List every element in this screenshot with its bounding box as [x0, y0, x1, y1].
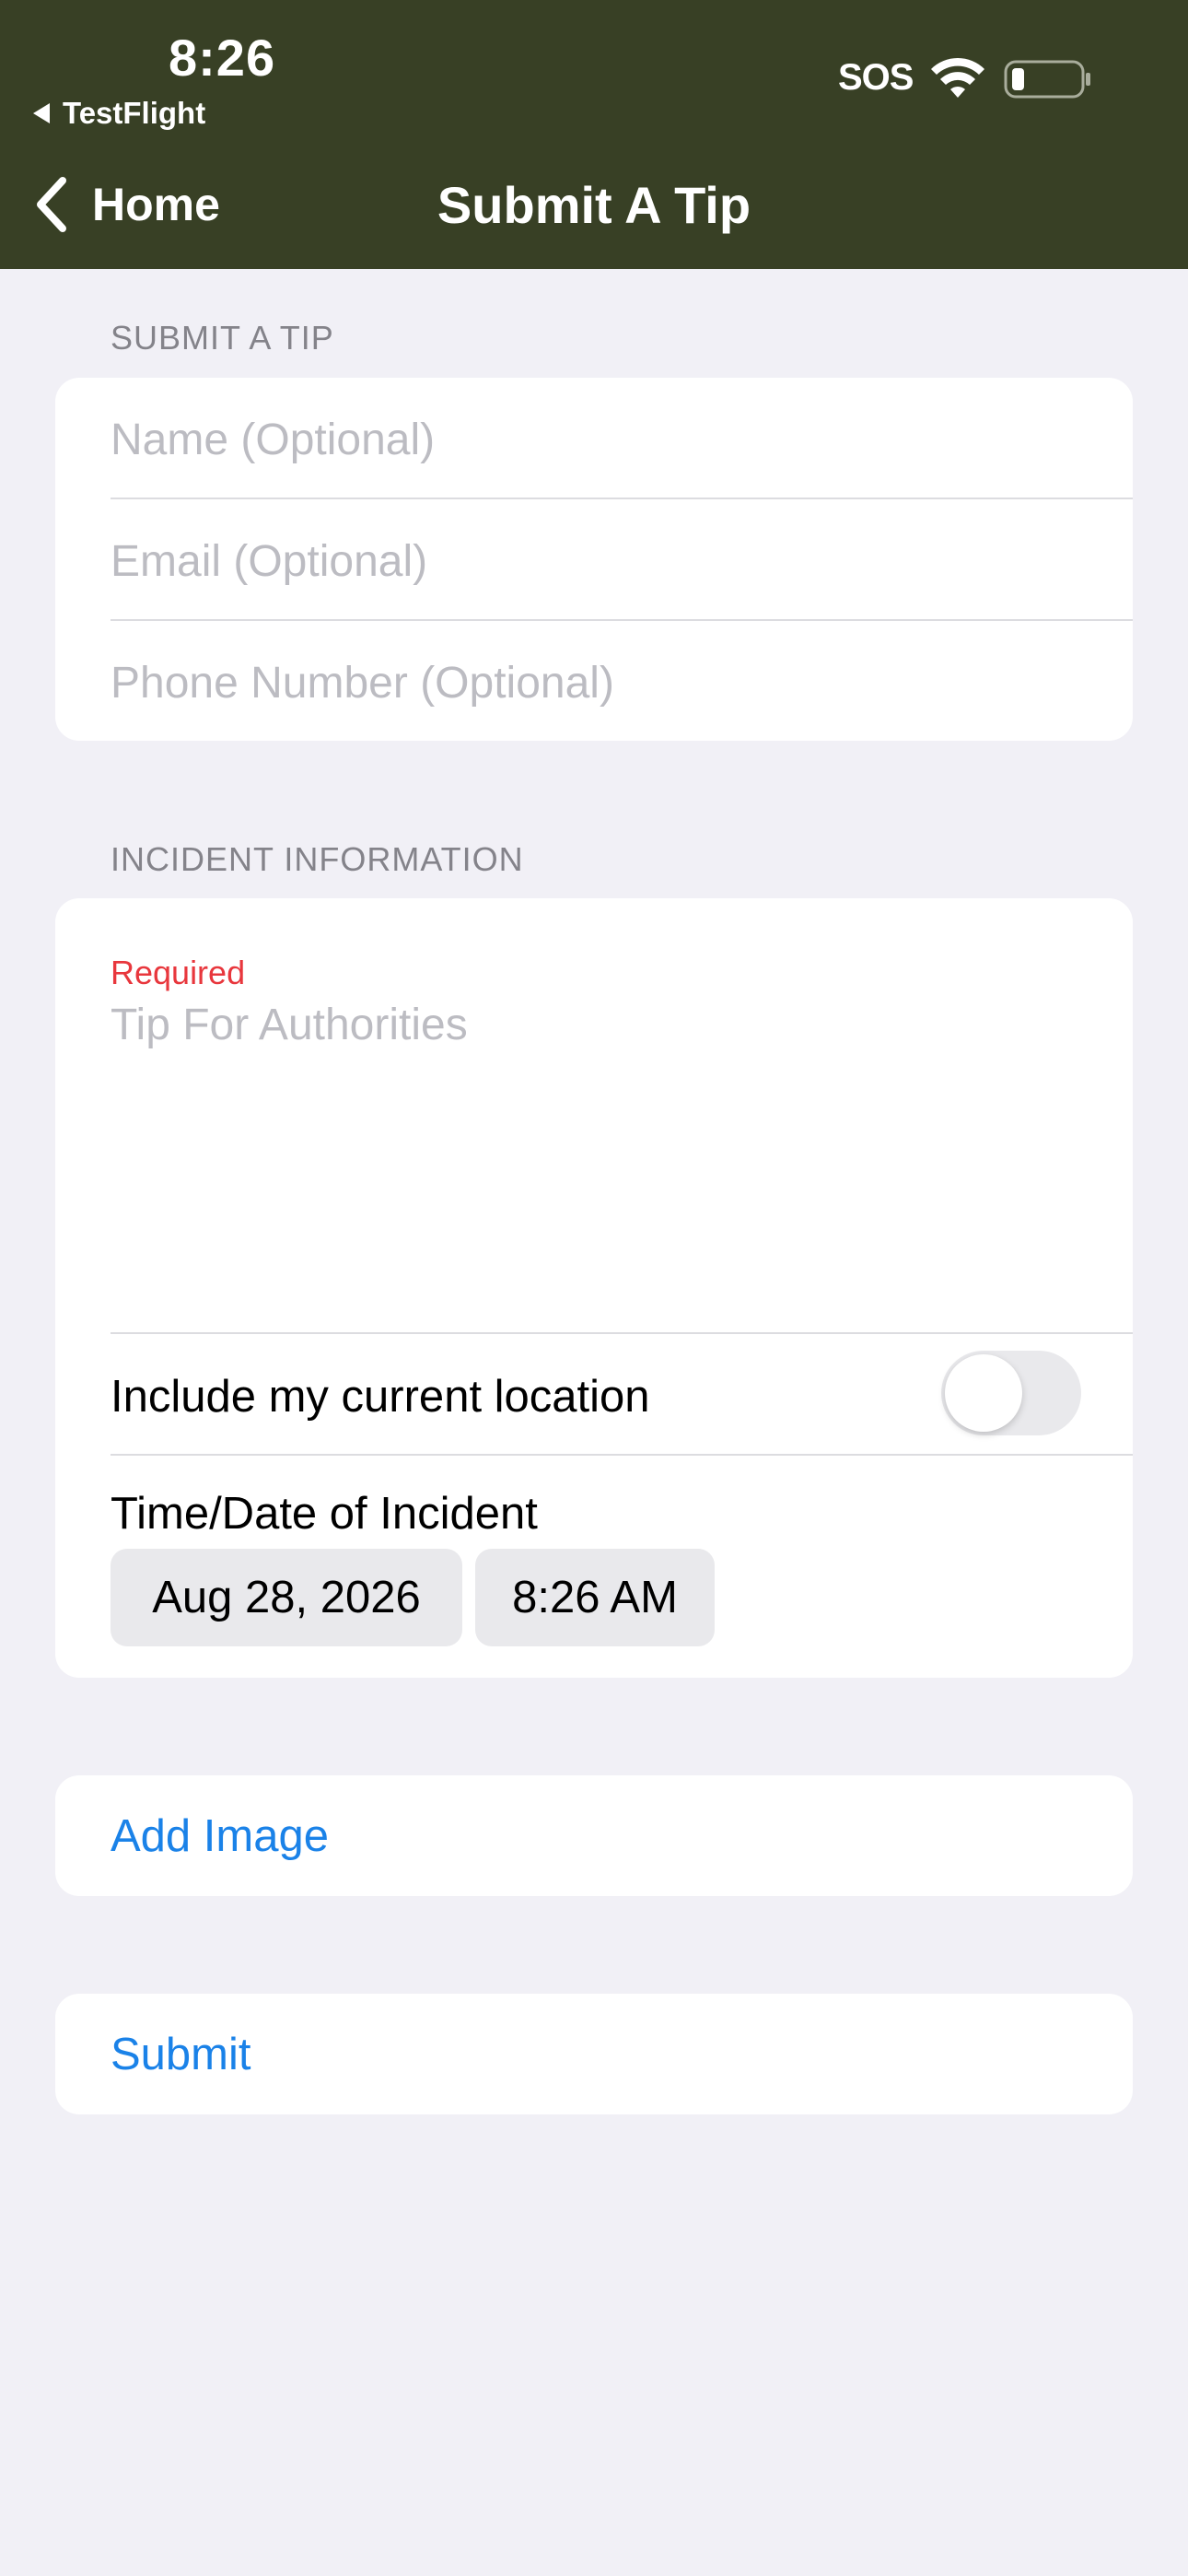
battery-icon	[1004, 60, 1090, 99]
time-picker-button[interactable]: 8:26 AM	[475, 1549, 715, 1646]
toggle-knob	[945, 1354, 1022, 1432]
divider	[111, 1454, 1133, 1456]
email-placeholder: Email (Optional)	[111, 537, 428, 586]
incident-card: Required Tip For Authorities Include my …	[55, 898, 1133, 1678]
location-label: Include my current location	[111, 1372, 650, 1422]
location-toggle[interactable]	[941, 1351, 1081, 1435]
phone-field[interactable]: Phone Number (Optional)	[55, 621, 1133, 741]
tip-textarea[interactable]: Tip For Authorities	[55, 1000, 1133, 1309]
contact-section-header: SUBMIT A TIP	[111, 319, 334, 357]
tip-placeholder: Tip For Authorities	[111, 1001, 468, 1049]
name-placeholder: Name (Optional)	[111, 416, 436, 464]
wifi-icon	[931, 57, 984, 98]
name-field[interactable]: Name (Optional)	[55, 378, 1133, 499]
add-image-button[interactable]: Add Image	[55, 1775, 1133, 1896]
back-triangle-icon	[33, 103, 50, 123]
page-title: Submit A Tip	[437, 176, 751, 234]
incident-section-header: INCIDENT INFORMATION	[111, 840, 524, 878]
date-picker-button[interactable]: Aug 28, 2026	[111, 1549, 462, 1646]
contact-card: Name (Optional) Email (Optional) Phone N…	[55, 378, 1133, 741]
datetime-label: Time/Date of Incident	[111, 1489, 538, 1539]
back-app-label: TestFlight	[63, 96, 206, 130]
status-time: 8:26	[169, 29, 276, 87]
add-image-label: Add Image	[111, 1811, 329, 1861]
email-field[interactable]: Email (Optional)	[55, 499, 1133, 619]
sos-indicator: SOS	[838, 57, 914, 98]
phone-placeholder: Phone Number (Optional)	[111, 659, 614, 708]
submit-button[interactable]: Submit	[55, 1994, 1133, 2114]
submit-label: Submit	[111, 2030, 251, 2079]
back-to-app-link[interactable]: TestFlight	[33, 96, 205, 131]
location-row: Include my current location	[55, 1334, 1133, 1454]
app-header: 8:26 TestFlight SOS Home Submit A Tip	[0, 0, 1188, 269]
required-label: Required	[111, 954, 246, 991]
